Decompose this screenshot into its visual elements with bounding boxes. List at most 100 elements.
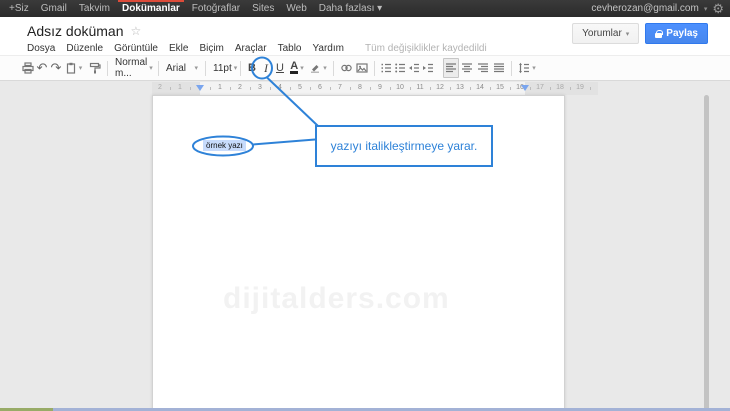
menu-5[interactable]: Araçlar bbox=[235, 43, 267, 54]
google-services-nav: +SizGmailTakvimDokümanlarFotoğraflarSite… bbox=[0, 0, 388, 17]
ruler-tick bbox=[210, 87, 211, 90]
paint-format-button[interactable] bbox=[87, 58, 103, 78]
ruler-tick bbox=[330, 87, 331, 90]
italic-button[interactable]: I bbox=[259, 58, 273, 78]
ruler-number: 3 bbox=[258, 84, 262, 91]
left-indent-marker[interactable] bbox=[196, 85, 204, 91]
align-center-icon bbox=[461, 62, 473, 74]
ruler-number: 2 bbox=[158, 84, 162, 91]
ruler-number: 7 bbox=[338, 84, 342, 91]
ruler-number: 17 bbox=[536, 84, 544, 91]
selected-document-text[interactable]: örnek yazı bbox=[203, 140, 246, 151]
gear-icon[interactable]: ⚙ bbox=[712, 0, 724, 17]
watermark-text: dijitalders.com bbox=[223, 282, 450, 316]
toolbar-separator bbox=[158, 61, 159, 76]
account-dropdown-arrow-icon[interactable]: ▾ bbox=[704, 5, 708, 13]
bulleted-list-button[interactable] bbox=[393, 58, 407, 78]
ruler-tick bbox=[510, 87, 511, 90]
ruler-tick bbox=[250, 87, 251, 90]
font-select[interactable]: Arial ▾ bbox=[163, 58, 201, 78]
align-right-button[interactable] bbox=[475, 58, 491, 78]
topbar-item-2[interactable]: Takvim bbox=[73, 0, 116, 17]
undo-button[interactable]: ↶ bbox=[35, 58, 49, 78]
ruler-number: 2 bbox=[238, 84, 242, 91]
ruler-tick bbox=[270, 87, 271, 90]
line-spacing-icon bbox=[518, 62, 530, 74]
right-indent-marker[interactable] bbox=[521, 85, 529, 91]
ruler-tick bbox=[430, 87, 431, 90]
increase-indent-icon bbox=[422, 62, 434, 74]
share-button-label: Paylaş bbox=[666, 28, 698, 39]
ruler-number: 19 bbox=[576, 84, 584, 91]
clipboard-dropdown-arrow-icon: ▾ bbox=[79, 64, 83, 72]
menu-6[interactable]: Tablo bbox=[278, 43, 302, 54]
justify-button[interactable] bbox=[491, 58, 507, 78]
bold-button[interactable]: B bbox=[245, 58, 259, 78]
align-left-icon bbox=[445, 62, 457, 74]
increase-indent-button[interactable] bbox=[421, 58, 435, 78]
menu-4[interactable]: Biçim bbox=[199, 43, 223, 54]
align-center-button[interactable] bbox=[459, 58, 475, 78]
topbar-item-0[interactable]: +Siz bbox=[3, 0, 35, 17]
styles-select[interactable]: Normal m... ▾ bbox=[112, 58, 154, 78]
menu-2[interactable]: Görüntüle bbox=[114, 43, 158, 54]
ruler-number: 4 bbox=[278, 84, 282, 91]
account-email[interactable]: cevherozan@gmail.com bbox=[591, 3, 698, 14]
link-icon bbox=[340, 62, 353, 74]
decrease-indent-button[interactable] bbox=[407, 58, 421, 78]
menu-7[interactable]: Yardım bbox=[312, 43, 344, 54]
share-button[interactable]: Paylaş bbox=[645, 23, 708, 44]
comments-button[interactable]: Yorumlar ▾ bbox=[572, 23, 639, 44]
document-header: Adsız doküman ☆ Dosya Düzenle Görüntüle Ekl… bbox=[0, 17, 730, 55]
ruler: 2112345678910111213141516171819 bbox=[152, 82, 598, 95]
line-spacing-button[interactable]: ▾ bbox=[516, 58, 538, 78]
menu-0[interactable]: Dosya bbox=[27, 43, 55, 54]
insert-image-button[interactable] bbox=[354, 58, 370, 78]
ruler-number: 12 bbox=[436, 84, 444, 91]
menu-1[interactable]: Düzenle bbox=[66, 43, 103, 54]
formatting-toolbar: ↶ ↷ ▾ Normal m... ▾ Arial ▾ bbox=[0, 55, 730, 81]
topbar-item-7[interactable]: Daha fazlası ▾ bbox=[313, 0, 388, 17]
topbar-item-4[interactable]: Fotoğraflar bbox=[186, 0, 246, 17]
ruler-tick bbox=[370, 87, 371, 90]
menu-bar: Dosya Düzenle Görüntüle Ekle Biçim Araçlar Tab… bbox=[27, 43, 487, 54]
underline-button[interactable]: U bbox=[273, 58, 287, 78]
star-icon[interactable]: ☆ bbox=[131, 24, 142, 38]
web-clipboard-button[interactable]: ▾ bbox=[63, 58, 84, 78]
ruler-tick bbox=[450, 87, 451, 90]
ruler-tick bbox=[230, 87, 231, 90]
highlight-color-button[interactable]: ▾ bbox=[307, 58, 329, 78]
redo-button[interactable]: ↷ bbox=[49, 58, 63, 78]
topbar-item-3[interactable]: Dokümanlar bbox=[116, 0, 186, 17]
google-docs-window: +SizGmailTakvimDokümanlarFotoğraflarSite… bbox=[0, 0, 730, 411]
topbar-item-5[interactable]: Sites bbox=[246, 0, 280, 17]
text-color-button[interactable]: A ▾ bbox=[287, 58, 307, 78]
font-size-value: 11pt bbox=[213, 63, 232, 74]
insert-link-button[interactable] bbox=[338, 58, 354, 78]
ruler-tick bbox=[410, 87, 411, 90]
ruler-number: 14 bbox=[476, 84, 484, 91]
print-icon bbox=[22, 62, 34, 74]
font-size-dropdown-arrow-icon: ▾ bbox=[234, 64, 238, 72]
topbar-item-6[interactable]: Web bbox=[280, 0, 312, 17]
comments-button-label: Yorumlar bbox=[582, 28, 622, 39]
numbered-list-button[interactable] bbox=[379, 58, 393, 78]
ruler-tick bbox=[390, 87, 391, 90]
ruler-tick bbox=[290, 87, 291, 90]
print-button[interactable] bbox=[21, 58, 35, 78]
font-size-select[interactable]: 11pt ▾ bbox=[210, 58, 236, 78]
annotation-callout-text: yazıyı italikleştirmeye yarar. bbox=[331, 139, 478, 153]
document-title[interactable]: Adsız doküman bbox=[27, 23, 124, 39]
align-left-button[interactable] bbox=[443, 58, 459, 78]
ruler-tick bbox=[310, 87, 311, 90]
vertical-scrollbar[interactable] bbox=[704, 95, 709, 411]
topbar-item-1[interactable]: Gmail bbox=[35, 0, 73, 17]
bulleted-list-icon bbox=[394, 62, 406, 74]
text-color-dropdown-arrow-icon: ▾ bbox=[300, 64, 304, 72]
font-dropdown-arrow-icon: ▾ bbox=[194, 64, 198, 72]
document-page[interactable]: örnek yazı yazıyı italikleştirmeye yarar… bbox=[152, 95, 565, 411]
decrease-indent-icon bbox=[408, 62, 420, 74]
menu-3[interactable]: Ekle bbox=[169, 43, 188, 54]
line-spacing-dropdown-arrow-icon: ▾ bbox=[532, 64, 536, 72]
ruler-number: 15 bbox=[496, 84, 504, 91]
